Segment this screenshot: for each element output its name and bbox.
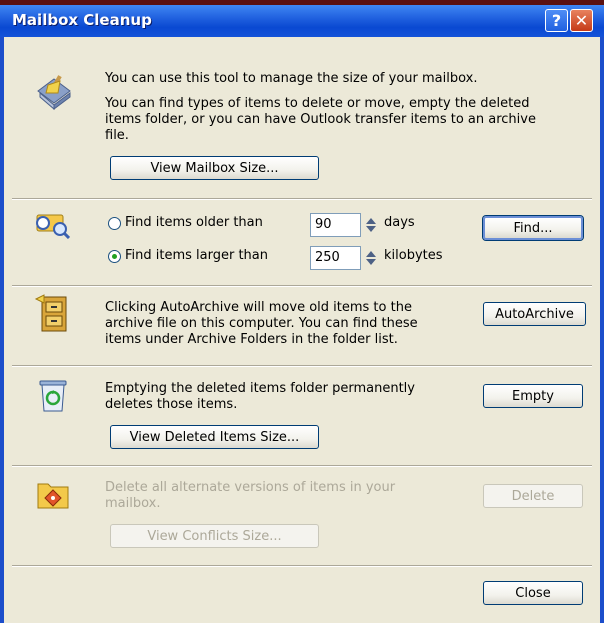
conflicts-line-2: mailbox. xyxy=(105,496,161,511)
older-than-label: Find items older than xyxy=(125,215,263,230)
radio-selected-dot xyxy=(112,254,117,259)
separator xyxy=(12,198,592,200)
autoarchive-line-1: Clicking AutoArchive will move old items… xyxy=(105,300,412,315)
delete-button: Delete xyxy=(483,484,583,508)
window-title: Mailbox Cleanup xyxy=(12,11,152,29)
autoarchive-line-2: archive file on this computer. You can f… xyxy=(105,316,418,331)
empty-button[interactable]: Empty xyxy=(483,384,583,408)
autoarchive-button[interactable]: AutoArchive xyxy=(483,302,586,326)
help-icon: ? xyxy=(551,11,562,30)
close-window-button[interactable]: ✕ xyxy=(570,9,593,32)
view-mailbox-size-button[interactable]: View Mailbox Size... xyxy=(110,156,319,180)
deleted-line-2: deletes those items. xyxy=(105,397,238,412)
separator xyxy=(12,285,592,287)
intro-line-4: file. xyxy=(105,128,129,143)
archive-cabinet-icon xyxy=(34,294,67,332)
separator xyxy=(12,565,592,567)
older-than-stepper[interactable] xyxy=(364,213,378,237)
title-bar[interactable]: Mailbox Cleanup ? ✕ xyxy=(0,5,604,37)
older-than-unit: days xyxy=(384,215,415,230)
intro-line-3: items folder, or you can have Outlook tr… xyxy=(105,112,536,127)
separator xyxy=(12,365,592,367)
close-icon: ✕ xyxy=(574,11,589,30)
find-button[interactable]: Find... xyxy=(483,216,583,240)
view-deleted-items-size-button[interactable]: View Deleted Items Size... xyxy=(110,425,319,449)
intro-line-2: You can find types of items to delete or… xyxy=(105,96,530,111)
conflicts-line-1: Delete all alternate versions of items i… xyxy=(105,480,396,495)
older-than-value-input[interactable]: 90 xyxy=(310,213,361,237)
conflicts-folder-icon xyxy=(37,483,69,509)
larger-than-unit: kilobytes xyxy=(384,248,443,263)
close-button[interactable]: Close xyxy=(483,581,583,605)
broom-mailbox-icon xyxy=(37,75,71,111)
larger-than-stepper[interactable] xyxy=(364,246,378,270)
larger-than-label: Find items larger than xyxy=(125,248,269,263)
help-button[interactable]: ? xyxy=(545,9,568,32)
dialog-body: You can use this tool to manage the size… xyxy=(4,37,600,623)
older-than-radio[interactable] xyxy=(108,217,121,230)
separator xyxy=(12,465,592,467)
intro-line-1: You can use this tool to manage the size… xyxy=(105,71,478,86)
recycle-bin-icon xyxy=(39,380,67,412)
find-items-icon xyxy=(36,214,70,239)
mailbox-cleanup-window: Mailbox Cleanup ? ✕ You can use this too… xyxy=(0,5,604,623)
deleted-line-1: Emptying the deleted items folder perman… xyxy=(105,381,415,396)
autoarchive-line-3: items under Archive Folders in the folde… xyxy=(105,332,398,347)
view-conflicts-size-button: View Conflicts Size... xyxy=(110,524,319,548)
larger-than-value-input[interactable]: 250 xyxy=(310,246,361,270)
larger-than-radio[interactable] xyxy=(108,250,121,263)
